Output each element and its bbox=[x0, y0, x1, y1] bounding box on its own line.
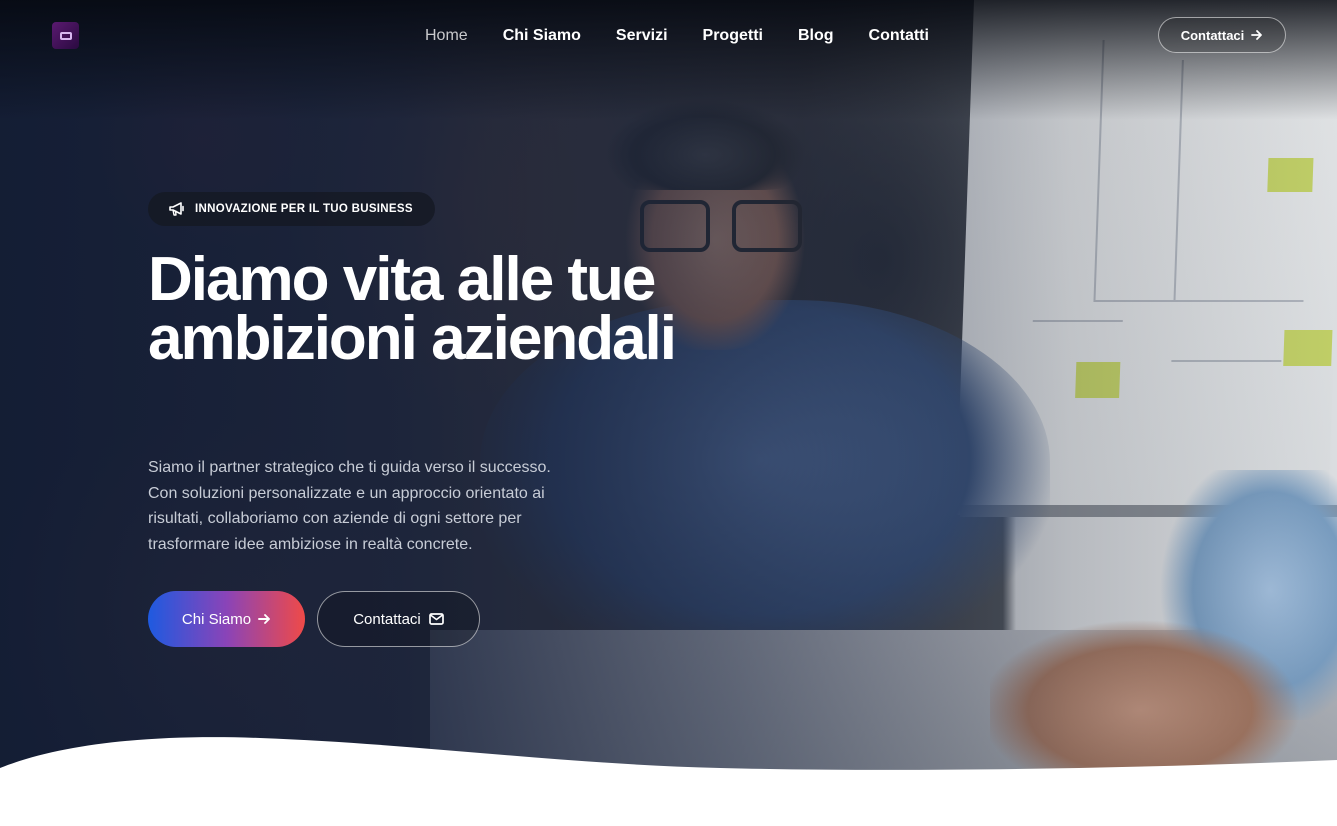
chi-siamo-button-label: Chi Siamo bbox=[181, 610, 252, 628]
contattaci-button-label: Contattaci bbox=[353, 610, 421, 628]
megaphone-icon bbox=[168, 201, 186, 217]
header-contact-label: Contattaci bbox=[1180, 27, 1245, 43]
hero-badge: INNOVAZIONE PER IL TUO BUSINESS bbox=[148, 192, 435, 226]
hero-title: Diamo vita alle tue ambizioni aziendali bbox=[148, 245, 677, 373]
hero-section: Home Chi Siamo Servizi Progetti Blog Con… bbox=[0, 0, 1337, 826]
chi-siamo-button[interactable]: Chi Siamo bbox=[148, 591, 305, 647]
nav-item-chi-siamo[interactable]: Chi Siamo bbox=[503, 25, 581, 47]
main-nav: Home Chi Siamo Servizi Progetti Blog Con… bbox=[425, 25, 929, 47]
logo-icon bbox=[59, 31, 72, 40]
arrow-right-icon bbox=[258, 613, 271, 625]
contattaci-button[interactable]: Contattaci bbox=[317, 591, 480, 647]
arrow-right-icon bbox=[1251, 29, 1263, 41]
wave-divider bbox=[0, 737, 1337, 826]
nav-item-progetti[interactable]: Progetti bbox=[703, 25, 763, 47]
logo[interactable] bbox=[52, 22, 79, 49]
nav-item-home[interactable]: Home bbox=[425, 25, 468, 47]
header-contact-button[interactable]: Contattaci bbox=[1158, 17, 1286, 53]
nav-item-blog[interactable]: Blog bbox=[798, 25, 834, 47]
nav-item-servizi[interactable]: Servizi bbox=[616, 25, 668, 47]
envelope-icon bbox=[428, 613, 444, 625]
hero-badge-text: INNOVAZIONE PER IL TUO BUSINESS bbox=[195, 203, 413, 215]
nav-item-contatti[interactable]: Contatti bbox=[869, 25, 929, 47]
hero-overlay bbox=[0, 0, 1337, 826]
site-header: Home Chi Siamo Servizi Progetti Blog Con… bbox=[0, 0, 1337, 70]
hero-subtitle: Siamo il partner strategico che ti guida… bbox=[148, 459, 551, 553]
